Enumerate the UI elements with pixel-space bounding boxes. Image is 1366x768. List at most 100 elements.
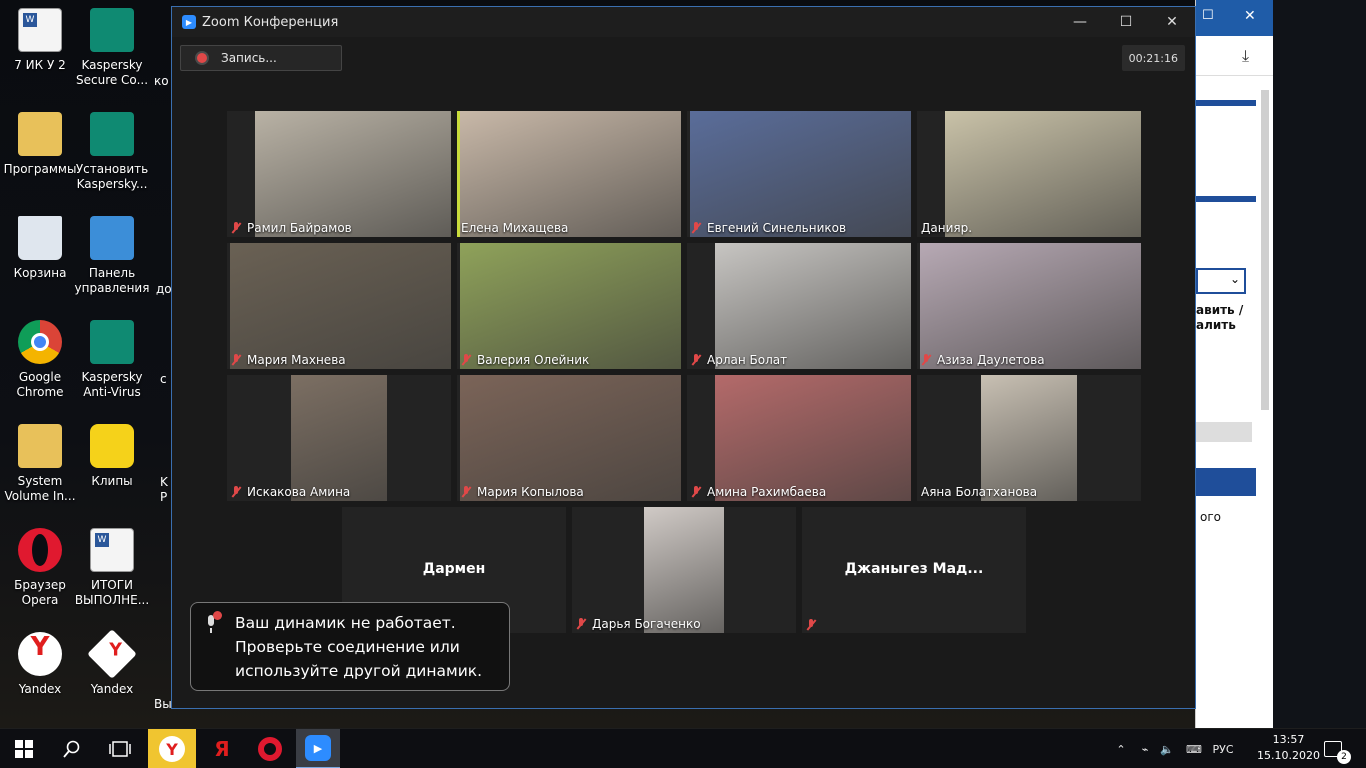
muted-mic-icon xyxy=(231,354,241,366)
language-indicator[interactable]: РУС xyxy=(1208,729,1238,768)
participant-name: Арлан Болат xyxy=(707,353,788,367)
muted-mic-icon xyxy=(461,486,471,498)
page-bar xyxy=(1196,196,1256,202)
participant-video xyxy=(644,507,724,633)
record-label: Запись... xyxy=(221,51,277,65)
desktop-icon-document-7ik[interactable]: W 7 ИК У 2 xyxy=(0,8,80,73)
desktop-icon-kaspersky-secure[interactable]: Kaspersky Secure Co... xyxy=(72,8,152,88)
desktop-icon-programs[interactable]: Программы xyxy=(0,112,80,177)
page-block xyxy=(1196,468,1256,496)
participant-video xyxy=(945,111,1141,237)
participant-tile[interactable]: Джаныгез Мад... xyxy=(802,507,1026,633)
participant-tile[interactable]: Евгений Синельников xyxy=(687,111,911,237)
taskbar-yandex-browser[interactable]: Y xyxy=(148,729,196,768)
record-button[interactable]: Запись... xyxy=(180,45,342,71)
clock[interactable]: 13:57 15.10.2020 xyxy=(1257,732,1320,764)
scrollbar[interactable] xyxy=(1261,90,1269,410)
network-icon[interactable]: ⌁ xyxy=(1136,729,1154,768)
participant-video xyxy=(715,243,911,369)
desktop-icon-kaspersky-install[interactable]: Установить Kaspersky... xyxy=(72,112,152,192)
kaspersky-antivirus-icon xyxy=(90,320,134,364)
participant-name-label: Евгений Синельников xyxy=(691,221,846,235)
participant-tile[interactable]: Аяна Болатханова xyxy=(917,375,1141,501)
participant-name-label: Данияр. xyxy=(921,221,972,235)
select-box[interactable]: ⌄ xyxy=(1196,268,1246,294)
alert-badge-icon xyxy=(213,611,222,620)
notifications-button[interactable]: 2 xyxy=(1318,729,1351,768)
start-icon xyxy=(15,740,33,758)
background-browser-window[interactable]: ☐ ✕ ⤓ ⌄ авить / алить ого xyxy=(1195,0,1274,728)
tray-chevron-icon[interactable]: ⌃ xyxy=(1112,729,1130,768)
participant-tile[interactable]: Рамил Байрамов xyxy=(227,111,451,237)
muted-mic-icon xyxy=(576,618,586,630)
desktop-icon-results-doc[interactable]: W ИТОГИ ВЫПОЛНЕ... xyxy=(72,528,152,608)
minimize-button[interactable]: — xyxy=(1057,7,1103,37)
keyboard-icon[interactable]: ⌨ xyxy=(1182,729,1206,768)
desktop-icon-system-volume[interactable]: System Volume In... xyxy=(0,424,80,504)
desktop-icon-recycle-bin[interactable]: Корзина xyxy=(0,216,80,281)
participant-tile[interactable]: Елена Михащева xyxy=(457,111,681,237)
chrome-icon xyxy=(18,320,62,364)
desktop-icon-yandex-2[interactable]: Y Yandex xyxy=(72,629,152,697)
download-icon[interactable]: ⤓ xyxy=(1242,46,1249,66)
participant-name-label: Азиза Даулетова xyxy=(921,353,1045,367)
page-bar xyxy=(1196,100,1256,106)
close-button[interactable]: ✕ xyxy=(1149,7,1195,37)
desktop-icon-chrome[interactable]: Google Chrome xyxy=(0,320,80,400)
participant-video xyxy=(291,375,387,501)
participant-display-name: Джаныгез Мад... xyxy=(844,561,984,577)
partial-label: с xyxy=(160,372,167,386)
desktop-icon-clips[interactable]: Клипы xyxy=(72,424,152,489)
participant-video xyxy=(981,375,1077,501)
participant-tile[interactable]: Валерия Олейник xyxy=(457,243,681,369)
desktop-strip xyxy=(1273,0,1366,728)
word-document-icon: W xyxy=(90,528,134,572)
close-icon[interactable]: ✕ xyxy=(1244,8,1256,24)
participant-name-label: Рамил Байрамов xyxy=(231,221,352,235)
participant-tile[interactable]: Данияр. xyxy=(917,111,1141,237)
notification-icon: 2 xyxy=(1324,741,1351,764)
partial-label: ко xyxy=(154,74,169,88)
recycle-bin-icon xyxy=(18,216,62,260)
taskbar-opera[interactable] xyxy=(246,729,294,768)
browser-toolbar: ⤓ xyxy=(1196,36,1274,76)
volume-icon[interactable]: 🔈 xyxy=(1158,729,1176,768)
word-document-icon: W xyxy=(18,8,62,52)
page-text: авить / xyxy=(1196,303,1244,317)
folder-smiley-icon xyxy=(90,424,134,468)
search-icon xyxy=(63,740,80,758)
desktop-icon-control-panel[interactable]: Панель управления xyxy=(72,216,152,296)
participant-video xyxy=(230,243,451,369)
window-title: Zoom Конференция xyxy=(202,14,339,30)
participant-name-label: Аяна Болатханова xyxy=(921,485,1037,499)
participant-video xyxy=(255,111,451,237)
kaspersky-lock-icon xyxy=(90,8,134,52)
desktop-icon-opera[interactable]: Браузер Opera xyxy=(0,528,80,608)
task-view-button[interactable] xyxy=(96,729,144,768)
participant-tile[interactable]: Азиза Даулетова xyxy=(917,243,1141,369)
toast-line: Проверьте соединение или xyxy=(235,638,460,656)
participant-tile[interactable]: Мария Копылова xyxy=(457,375,681,501)
participant-name-label: Искакова Амина xyxy=(231,485,350,499)
desktop-icon-yandex[interactable]: Y Yandex xyxy=(0,632,80,697)
search-button[interactable] xyxy=(48,729,96,768)
maximize-icon[interactable]: ☐ xyxy=(1202,8,1214,23)
participant-name-label: Дарья Богаченко xyxy=(576,617,701,631)
participant-tile[interactable]: Арлан Болат xyxy=(687,243,911,369)
participant-name-label: Мария Копылова xyxy=(461,485,584,499)
taskbar-yandex[interactable]: Я xyxy=(198,729,246,768)
zoom-window[interactable]: ▶ Zoom Конференция — ☐ ✕ Запись... 00:21… xyxy=(171,6,1196,709)
taskbar-zoom[interactable]: ▶ xyxy=(296,729,340,768)
participant-tile[interactable]: Дарья Богаченко xyxy=(572,507,796,633)
clock-time: 13:57 xyxy=(1272,733,1305,746)
speaker-warning-toast[interactable]: Ваш динамик не работает. Проверьте соеди… xyxy=(190,602,510,691)
participant-name-label: Амина Рахимбаева xyxy=(691,485,826,499)
participant-tile[interactable]: Искакова Амина xyxy=(227,375,451,501)
desktop-icon-kaspersky-antivirus[interactable]: Kaspersky Anti-Virus xyxy=(72,320,152,400)
muted-mic-icon xyxy=(461,354,471,366)
start-button[interactable] xyxy=(0,729,48,768)
partial-label: Вы xyxy=(154,697,172,711)
participant-tile[interactable]: Амина Рахимбаева xyxy=(687,375,911,501)
maximize-button[interactable]: ☐ xyxy=(1103,7,1149,37)
participant-tile[interactable]: Мария Махнева xyxy=(227,243,451,369)
